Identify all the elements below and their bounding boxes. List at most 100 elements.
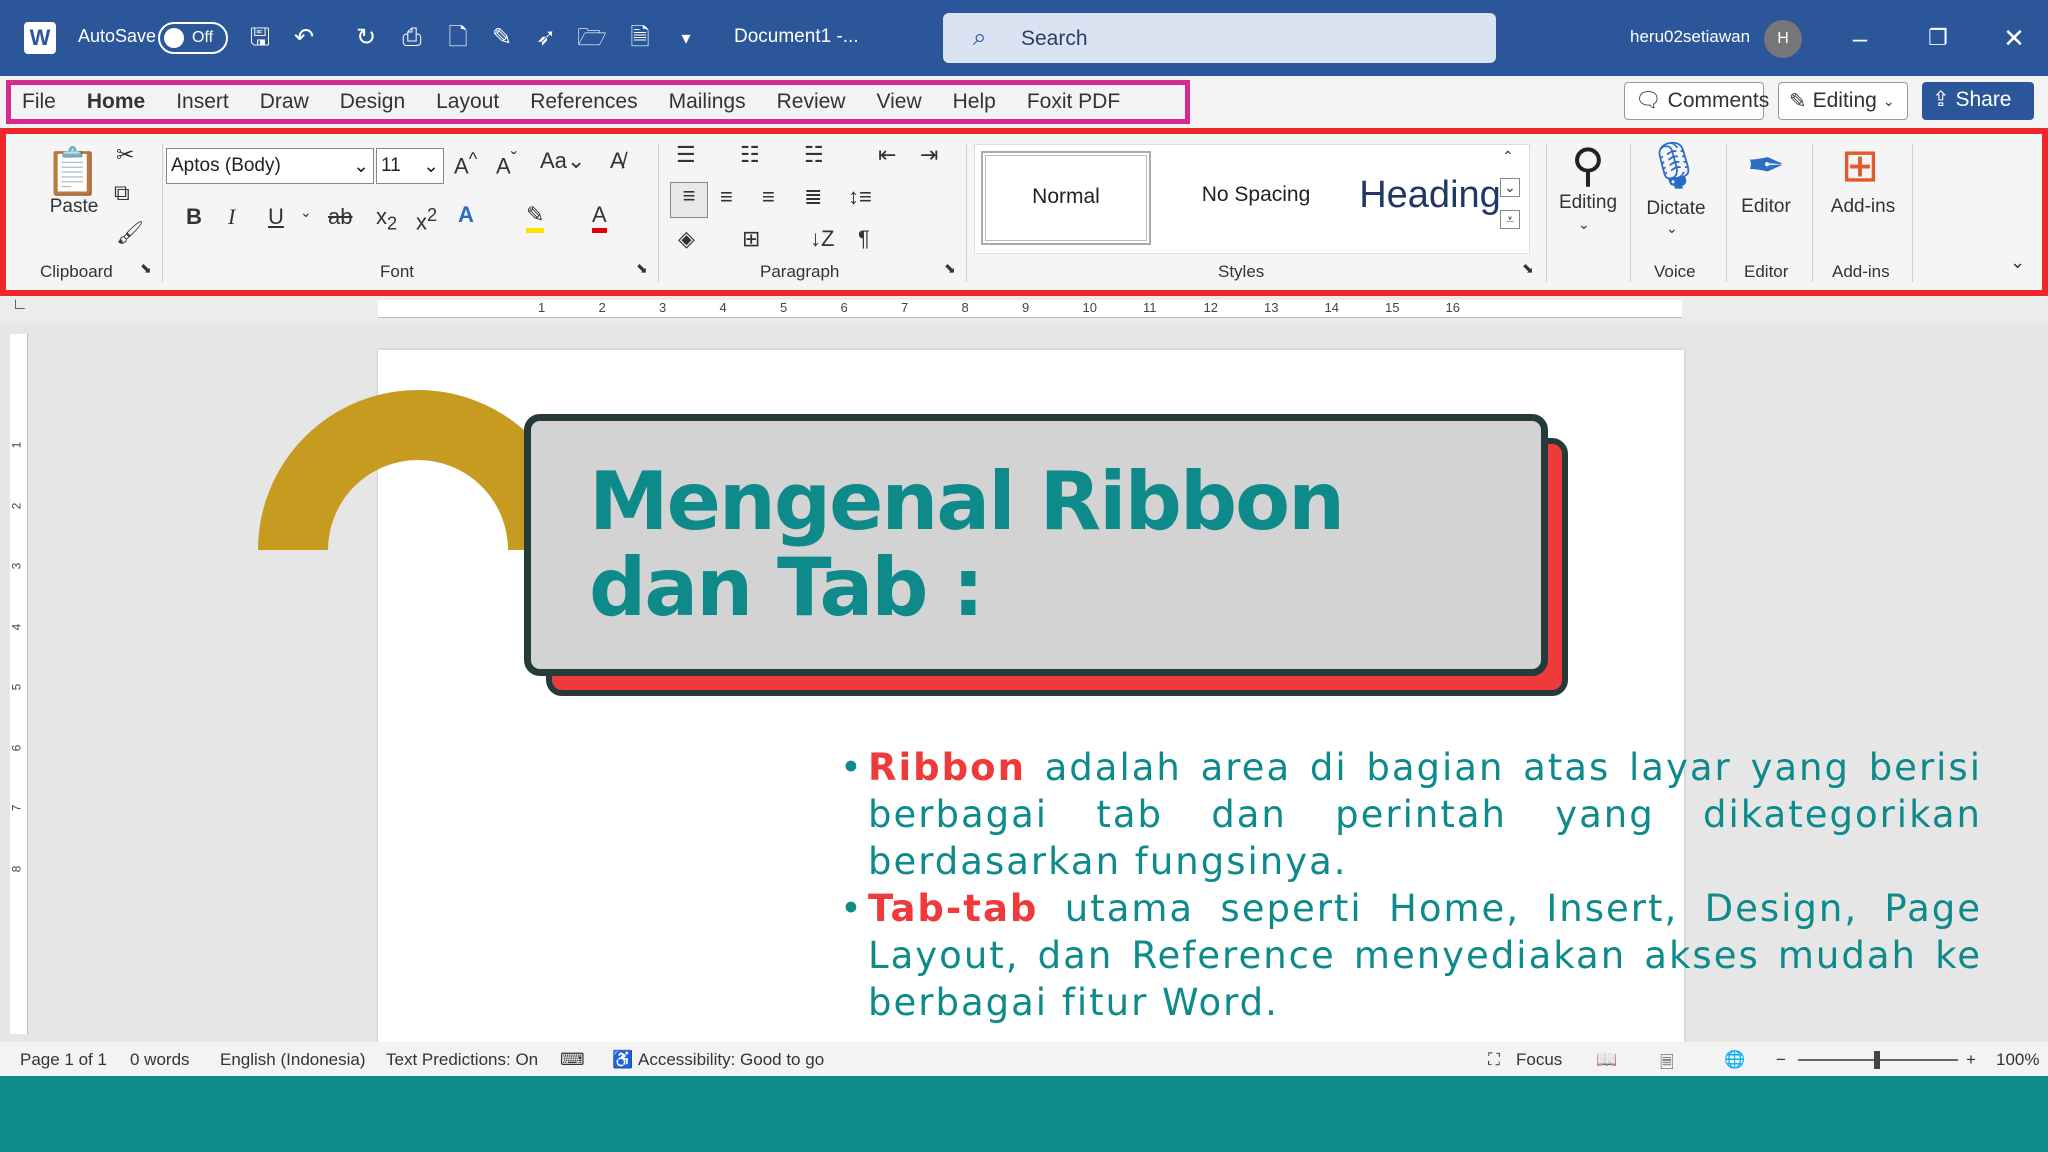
show-formatting-marks-icon[interactable]: ¶ [858,226,870,252]
page-count[interactable]: Page 1 of 1 [20,1050,107,1070]
format-painter-icon[interactable]: 🖌 [116,220,144,246]
tab-view[interactable]: View [876,90,921,114]
tab-mailings[interactable]: Mailings [669,90,746,114]
editor-icon[interactable]: ✒ [1734,138,1798,192]
print-icon[interactable]: ⎙ [396,22,428,54]
dialog-launcher-icon[interactable]: ⬊ [944,260,956,277]
find-icon[interactable]: ⚲ [1554,138,1622,192]
tab-layout[interactable]: Layout [436,90,499,114]
bold-icon[interactable]: B [186,204,202,230]
shrink-font-icon[interactable]: Aˇ [496,148,517,179]
tab-insert[interactable]: Insert [176,90,229,114]
chevron-down-icon[interactable]: ⌄ [1666,220,1678,237]
highlight-color-icon[interactable]: ✎ [526,202,545,233]
zoom-out-icon[interactable]: − [1776,1050,1786,1070]
tab-draw[interactable]: Draw [260,90,309,114]
increase-indent-icon[interactable]: ⇥ [920,142,938,168]
print-layout-icon[interactable]: 🗏 [1660,1050,1674,1079]
new-document-icon[interactable]: 🗋 [442,22,474,54]
addins-icon[interactable]: ⊞ [1828,138,1892,192]
collapse-ribbon-icon[interactable]: ⌄ [2010,252,2025,273]
chevron-down-icon[interactable]: ⌄ [1578,216,1590,233]
word-count[interactable]: 0 words [130,1050,190,1070]
line-spacing-icon[interactable]: ↕≡ [848,184,872,210]
borders-icon[interactable]: ⊞ [742,226,760,252]
tab-references[interactable]: References [530,90,637,114]
style-no-spacing[interactable]: No Spacing [1171,151,1341,245]
tab-help[interactable]: Help [953,90,996,114]
grow-font-icon[interactable]: A^ [454,148,477,179]
scroll-down-icon[interactable]: ⌄ [1500,178,1520,197]
zoom-in-icon[interactable]: + [1966,1050,1976,1070]
dialog-launcher-icon[interactable]: ⬊ [140,260,152,277]
vertical-ruler[interactable]: 1 2 3 4 5 6 7 8 [9,334,28,1034]
minimize-icon[interactable]: – [1840,20,1880,56]
align-center-icon[interactable]: ≡ [720,184,733,210]
focus-button[interactable]: Focus [1516,1050,1562,1070]
document-page[interactable]: Mengenal Ribbon dan Tab : Ribbon adalah … [258,350,1980,1050]
tab-file[interactable]: File [22,90,56,114]
paste-label[interactable]: Paste [42,196,106,218]
decrease-indent-icon[interactable]: ⇤ [878,142,896,168]
align-left-icon[interactable]: ≡ [670,182,708,218]
zoom-slider[interactable] [1798,1051,1958,1069]
share-button[interactable]: ⇪ Share ⌄ [1922,82,2034,133]
tab-design[interactable]: Design [340,90,405,114]
scroll-up-icon[interactable]: ⌃ [1502,148,1514,165]
tab-review[interactable]: Review [777,90,846,114]
change-case-button[interactable]: Aa⌄ [540,148,585,174]
username[interactable]: heru02setiawan [1630,27,1750,47]
draw-pen-icon[interactable]: ✎ [486,22,518,54]
page-setup-icon[interactable]: 🗎 [624,22,656,54]
strikethrough-icon[interactable]: ab [328,204,352,230]
customize-toolbar-icon[interactable]: ▾ [670,22,702,54]
dialog-launcher-icon[interactable]: ⬊ [636,260,648,277]
open-folder-icon[interactable]: 🗁 [576,22,608,54]
web-layout-icon[interactable]: 🌐 [1724,1050,1745,1070]
font-size-combo[interactable]: 11 ⌄ [376,148,444,184]
microphone-icon[interactable]: 🎙 [1642,138,1706,193]
text-predictions[interactable]: Text Predictions: On [386,1050,538,1070]
text-effects-icon[interactable]: A [458,202,474,228]
horizontal-ruler[interactable]: 1 2 3 4 5 6 7 8 9 10 11 12 13 14 15 16 [378,300,1682,318]
cut-icon[interactable]: ✂ [116,142,134,168]
restore-icon[interactable]: ❐ [1918,20,1958,56]
bullets-icon[interactable]: ☰ [676,142,696,168]
accessibility-status[interactable]: Accessibility: Good to go [638,1050,824,1070]
language[interactable]: English (Indonesia) [220,1050,366,1070]
addins-label[interactable]: Add-ins [1818,196,1908,218]
paste-icon[interactable]: 📋 [44,144,101,199]
dictate-label[interactable]: Dictate [1634,198,1718,220]
shading-icon[interactable]: ◈ [678,226,695,252]
macro-icon[interactable]: ⌨ [560,1050,585,1070]
dialog-launcher-icon[interactable]: ⬊ [1522,260,1534,277]
search-box[interactable]: ⌕ Search [943,13,1496,63]
justify-icon[interactable]: ≣ [804,184,822,210]
redo-icon[interactable]: ↻ [350,22,382,54]
copy-icon[interactable]: ⧉ [114,180,130,206]
chevron-down-icon[interactable]: ⌄ [300,204,312,221]
pointer-icon[interactable]: ➶ [530,22,562,54]
tab-selector-icon[interactable]: ∟ [12,296,28,314]
undo-icon[interactable]: ↶ [288,22,320,54]
more-styles-icon[interactable]: ⩡ [1500,210,1520,229]
underline-icon[interactable]: U [268,204,284,230]
numbering-icon[interactable]: ☷ [740,142,760,168]
tab-home[interactable]: Home [87,90,145,114]
style-heading[interactable]: Heading [1335,151,1525,245]
font-name-combo[interactable]: Aptos (Body) ⌄ [166,148,374,184]
zoom-level[interactable]: 100% [1996,1050,2039,1070]
editing-label[interactable]: Editing [1546,192,1630,214]
sort-icon[interactable]: ↓Z [810,226,834,252]
subscript-icon[interactable]: x2 [376,204,397,234]
clear-formatting-icon[interactable]: A̸ [610,148,625,174]
multilevel-list-icon[interactable]: ☵ [804,142,824,168]
editor-label[interactable]: Editor [1724,196,1808,218]
zoom-thumb[interactable] [1874,1051,1880,1069]
editing-mode-button[interactable]: ✎ Editing ⌄ [1778,82,1908,120]
italic-icon[interactable]: I [228,204,235,230]
close-icon[interactable]: ✕ [1994,20,2034,56]
superscript-icon[interactable]: x2 [416,204,437,235]
align-right-icon[interactable]: ≡ [762,184,775,210]
read-mode-icon[interactable]: 📖 [1596,1050,1617,1070]
